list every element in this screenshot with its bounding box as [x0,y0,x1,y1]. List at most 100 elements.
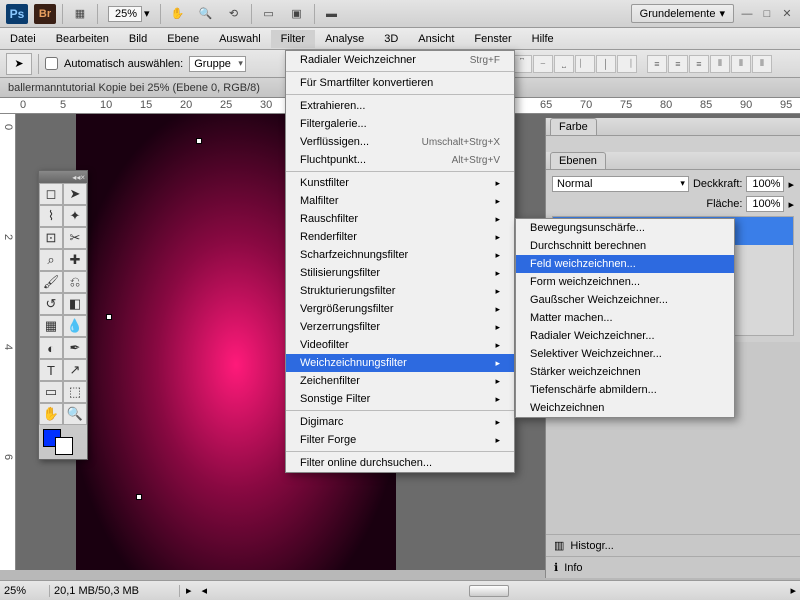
chevron-icon[interactable]: ▸ [788,198,794,211]
arrange-icon[interactable]: ▭ [258,4,280,24]
align-btn[interactable]: ⎸ [575,55,595,73]
zoom-dropdown-icon[interactable]: ▾ [144,7,150,20]
menu-item[interactable]: Stilisierungsfilter [286,264,514,282]
align-btn[interactable]: ⎯ [533,55,553,73]
menu-item[interactable]: Vergrößerungsfilter [286,300,514,318]
crop-tool[interactable]: ⊡ [39,227,63,249]
menu-item[interactable]: Fluchtpunkt...Alt+Strg+V [286,151,514,169]
scroll-thumb[interactable] [469,585,509,597]
menu-item[interactable]: Radialer WeichzeichnerStrg+F [286,51,514,69]
transform-handle[interactable] [106,314,112,320]
marquee-tool[interactable]: ◻ [39,183,63,205]
menu-item[interactable]: Matter machen... [516,309,734,327]
type-tool[interactable]: T [39,359,63,381]
color-tab[interactable]: Farbe [550,118,597,135]
menu-hilfe[interactable]: Hilfe [522,30,564,48]
launch-icon[interactable]: ▦ [69,4,91,24]
status-zoom[interactable]: 25% [0,585,50,597]
menu-item[interactable]: Bewegungsunschärfe... [516,219,734,237]
menu-item[interactable]: Rauschfilter [286,210,514,228]
histogram-tab[interactable]: ▥Histogr... [546,534,800,556]
eyedropper-tool[interactable]: ⌕ [39,249,63,271]
distribute-btn[interactable]: ⦀ [710,55,730,73]
zoom-value[interactable]: 25% [108,6,142,22]
move-tool-preset[interactable]: ➤ [6,53,32,75]
menu-item[interactable]: Videofilter [286,336,514,354]
menu-bild[interactable]: Bild [119,30,157,48]
blur-tool[interactable]: 💧 [63,315,87,337]
menu-datei[interactable]: Datei [0,30,46,48]
menu-auswahl[interactable]: Auswahl [209,30,271,48]
menu-3d[interactable]: 3D [374,30,408,48]
fill-input[interactable]: 100% [746,196,784,212]
menu-item[interactable]: Filter online durchsuchen... [286,454,514,472]
menu-item[interactable]: Digimarc [286,413,514,431]
align-btn[interactable]: ⎹ [617,55,637,73]
shape-tool[interactable]: ▭ [39,381,63,403]
menu-item[interactable]: Malfilter [286,192,514,210]
menu-item[interactable]: Sonstige Filter [286,390,514,408]
menu-ansicht[interactable]: Ansicht [408,30,464,48]
collapse-icon[interactable]: ◂◂ [72,173,80,182]
align-btn[interactable]: │ [596,55,616,73]
menu-item[interactable]: Filtergalerie... [286,115,514,133]
maximize-button[interactable]: □ [760,7,774,21]
menu-item[interactable]: Für Smartfilter konvertieren [286,74,514,92]
menu-item[interactable]: Feld weichzeichnen... [516,255,734,273]
menu-item[interactable]: Durchschnitt berechnen [516,237,734,255]
rotate-view-icon[interactable]: ⟲ [223,4,245,24]
eraser-tool[interactable]: ◧ [63,293,87,315]
background-color[interactable] [55,437,73,455]
menu-item[interactable]: Verflüssigen...Umschalt+Strg+X [286,133,514,151]
dodge-tool[interactable]: ◐ [39,337,63,359]
stamp-tool[interactable]: ⎌ [63,271,87,293]
close-button[interactable]: ✕ [780,7,794,21]
minimize-button[interactable]: — [740,7,754,21]
hand-tool-icon[interactable]: ✋ [167,4,189,24]
lasso-tool[interactable]: ⌇ [39,205,63,227]
history-brush-tool[interactable]: ↺ [39,293,63,315]
menu-ebene[interactable]: Ebene [157,30,209,48]
menu-item[interactable]: Renderfilter [286,228,514,246]
heal-tool[interactable]: ✚ [63,249,87,271]
menu-bearbeiten[interactable]: Bearbeiten [46,30,119,48]
transform-handle[interactable] [136,494,142,500]
screen-mode-icon[interactable]: ▣ [286,4,308,24]
brush-tool[interactable]: 🖌 [39,271,63,293]
menu-item[interactable]: Weichzeichnen [516,399,734,417]
wand-tool[interactable]: ✦ [63,205,87,227]
opacity-input[interactable]: 100% [746,176,784,192]
transform-handle[interactable] [196,138,202,144]
distribute-btn[interactable]: ≡ [647,55,667,73]
move-tool[interactable]: ➤ [63,183,87,205]
menu-item[interactable]: Form weichzeichnen... [516,273,734,291]
info-tab[interactable]: ℹInfo [546,556,800,578]
gradient-tool[interactable]: ▦ [39,315,63,337]
menu-item[interactable]: Scharfzeichnungsfilter [286,246,514,264]
3d-tool[interactable]: ⬚ [63,381,87,403]
blend-mode-select[interactable]: Normal [552,176,689,192]
menu-item[interactable]: Zeichenfilter [286,372,514,390]
menu-item[interactable]: Kunstfilter [286,174,514,192]
close-icon[interactable]: × [80,173,85,182]
menu-item[interactable]: Verzerrungsfilter [286,318,514,336]
workspace-dropdown[interactable]: Grundelemente ▾ [631,4,734,23]
distribute-btn[interactable]: ≡ [689,55,709,73]
status-arrow-icon[interactable]: ▸ [180,584,198,597]
menu-item[interactable]: Radialer Weichzeichner... [516,327,734,345]
menu-item[interactable]: Stärker weichzeichnen [516,363,734,381]
auto-select-type[interactable]: Gruppe [189,56,246,72]
menu-item[interactable]: Filter Forge [286,431,514,449]
menu-item[interactable]: Extrahieren... [286,97,514,115]
auto-select-checkbox[interactable] [45,57,58,70]
distribute-btn[interactable]: ≡ [668,55,688,73]
menu-item[interactable]: Weichzeichnungsfilter [286,354,514,372]
align-btn[interactable]: ⎵ [554,55,574,73]
zoom-tool[interactable]: 🔍 [63,403,87,425]
menu-item[interactable]: Gaußscher Weichzeichner... [516,291,734,309]
menu-fenster[interactable]: Fenster [464,30,521,48]
distribute-btn[interactable]: ⦀ [731,55,751,73]
distribute-btn[interactable]: ⦀ [752,55,772,73]
menu-item[interactable]: Tiefenschärfe abmildern... [516,381,734,399]
menu-item[interactable]: Strukturierungsfilter [286,282,514,300]
